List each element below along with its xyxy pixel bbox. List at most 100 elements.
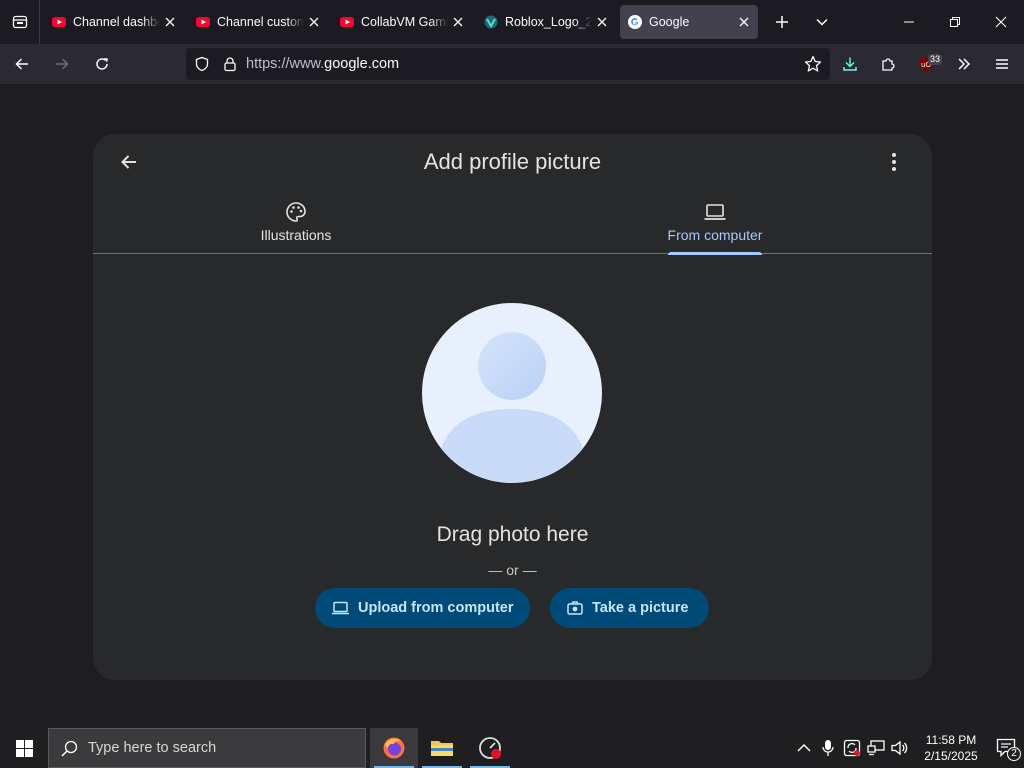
- show-hidden-icons-button[interactable]: [792, 728, 816, 768]
- person-silhouette-icon: [440, 332, 584, 483]
- clock-time: 11:58 PM: [925, 733, 977, 747]
- network-icon: [867, 740, 885, 756]
- tab-channel-dashboard[interactable]: Channel dashboard: [44, 5, 184, 39]
- lock-icon[interactable]: [222, 56, 238, 72]
- close-icon[interactable]: [738, 16, 750, 28]
- taskbar-search-box[interactable]: Type here to search: [48, 728, 366, 768]
- tab-strip: Channel dashboard Channel customization …: [0, 0, 1024, 44]
- microphone-tray[interactable]: [816, 728, 840, 768]
- network-tray[interactable]: [864, 728, 888, 768]
- tab-collabvm-gaming[interactable]: CollabVM Gaming: [332, 5, 472, 39]
- extension-badge: 33: [928, 54, 943, 65]
- extensions-button[interactable]: [870, 48, 906, 80]
- restore-button[interactable]: [932, 0, 978, 44]
- tab-title: Roblox_Logo_2022: [505, 15, 592, 29]
- youtube-icon: [52, 17, 66, 27]
- reload-icon: [96, 58, 108, 70]
- reload-button[interactable]: [84, 48, 120, 80]
- more-vert-icon: [892, 153, 896, 171]
- sync-alert-icon: [843, 739, 861, 757]
- page-content: Add profile picture Illustrations From c…: [0, 84, 1024, 728]
- navigation-toolbar: https://www.google.com uO 33: [0, 44, 1024, 84]
- tab-from-computer[interactable]: From computer: [615, 198, 815, 255]
- close-icon[interactable]: [164, 16, 176, 28]
- arrow-left-icon: [15, 58, 28, 70]
- search-icon: [61, 740, 78, 757]
- shield-icon[interactable]: [194, 56, 210, 72]
- speaker-icon: [891, 740, 908, 756]
- volume-tray[interactable]: [888, 728, 912, 768]
- upload-button-label: Upload from computer: [358, 600, 514, 616]
- tab-roblox-logo[interactable]: Roblox_Logo_2022: [476, 5, 616, 39]
- url-prefix: https://www.: [246, 56, 325, 72]
- minimize-button[interactable]: [886, 0, 932, 44]
- camera-icon: [567, 601, 583, 615]
- take-a-picture-button[interactable]: Take a picture: [550, 588, 709, 628]
- selected-tab-indicator: [668, 252, 762, 255]
- tab-label: Illustrations: [260, 227, 332, 243]
- hamburger-icon: [996, 59, 1008, 69]
- url-domain: google.com: [324, 56, 400, 72]
- youtube-icon: [340, 17, 354, 27]
- tab-title: Channel customization: [217, 15, 304, 29]
- close-icon[interactable]: [596, 16, 608, 28]
- laptop-icon: [332, 601, 349, 615]
- tab-label: From computer: [667, 227, 763, 243]
- tab-channel-customization[interactable]: Channel customization: [188, 5, 328, 39]
- camera-button-label: Take a picture: [592, 600, 689, 616]
- tab-illustrations[interactable]: Illustrations: [196, 198, 396, 254]
- firefox-view-icon: [12, 15, 27, 29]
- back-button[interactable]: [4, 48, 40, 80]
- laptop-icon: [704, 204, 726, 220]
- taskbar-file-explorer[interactable]: [418, 728, 466, 768]
- overflow-menu-button[interactable]: [946, 48, 982, 80]
- url-text[interactable]: https://www.google.com: [246, 56, 399, 72]
- action-center-button[interactable]: 2: [990, 728, 1024, 768]
- double-chevron-right-icon: [958, 58, 971, 70]
- ublock-extension-button[interactable]: uO 33: [908, 48, 944, 80]
- update-tray[interactable]: [840, 728, 864, 768]
- google-icon: [628, 15, 642, 29]
- add-profile-picture-dialog: Add profile picture Illustrations From c…: [93, 134, 932, 680]
- upload-from-computer-button[interactable]: Upload from computer: [315, 588, 530, 628]
- drag-photo-text: Drag photo here: [436, 523, 589, 546]
- close-icon[interactable]: [452, 16, 464, 28]
- chevron-down-icon: [816, 18, 828, 26]
- download-icon: [843, 57, 857, 71]
- chevron-up-icon: [797, 744, 811, 752]
- firefox-icon: [383, 737, 405, 759]
- speedometer-icon: [479, 737, 501, 759]
- tab-title: CollabVM Gaming: [361, 15, 448, 29]
- tab-google[interactable]: Google: [620, 5, 758, 39]
- start-button[interactable]: [0, 728, 48, 768]
- notification-count: 2: [1007, 747, 1021, 761]
- microphone-icon: [822, 740, 834, 756]
- close-window-button[interactable]: [978, 0, 1024, 44]
- arrow-right-icon: [56, 58, 69, 70]
- taskbar-clock[interactable]: 11:58 PM 2/15/2025: [918, 732, 984, 764]
- restore-icon: [950, 17, 960, 27]
- picture-source-tabs: Illustrations From computer: [93, 198, 932, 255]
- clock-date: 2/15/2025: [924, 749, 978, 763]
- windows-taskbar: Type here to search 11:58 PM 2/15/2025 2: [0, 728, 1024, 768]
- firefox-view-button[interactable]: [0, 0, 40, 44]
- url-bar[interactable]: https://www.google.com: [186, 48, 830, 80]
- folder-icon: [431, 741, 453, 756]
- close-icon[interactable]: [308, 16, 320, 28]
- taskbar-speedometer-app[interactable]: [466, 728, 514, 768]
- plus-icon: [776, 16, 788, 28]
- tab-title: Channel dashboard: [73, 15, 160, 29]
- youtube-icon: [196, 17, 210, 27]
- more-options-button[interactable]: [882, 148, 906, 176]
- dialog-title: Add profile picture: [423, 149, 602, 174]
- new-tab-button[interactable]: [762, 0, 802, 44]
- taskbar-firefox[interactable]: [370, 728, 418, 768]
- list-all-tabs-button[interactable]: [802, 0, 842, 44]
- app-menu-button[interactable]: [984, 48, 1020, 80]
- downloads-button[interactable]: [832, 48, 868, 80]
- forward-button[interactable]: [44, 48, 80, 80]
- bookmark-star-icon[interactable]: [804, 55, 822, 73]
- windows-logo-icon: [15, 739, 33, 757]
- palette-icon: [286, 202, 306, 222]
- avatar-placeholder[interactable]: [422, 303, 602, 483]
